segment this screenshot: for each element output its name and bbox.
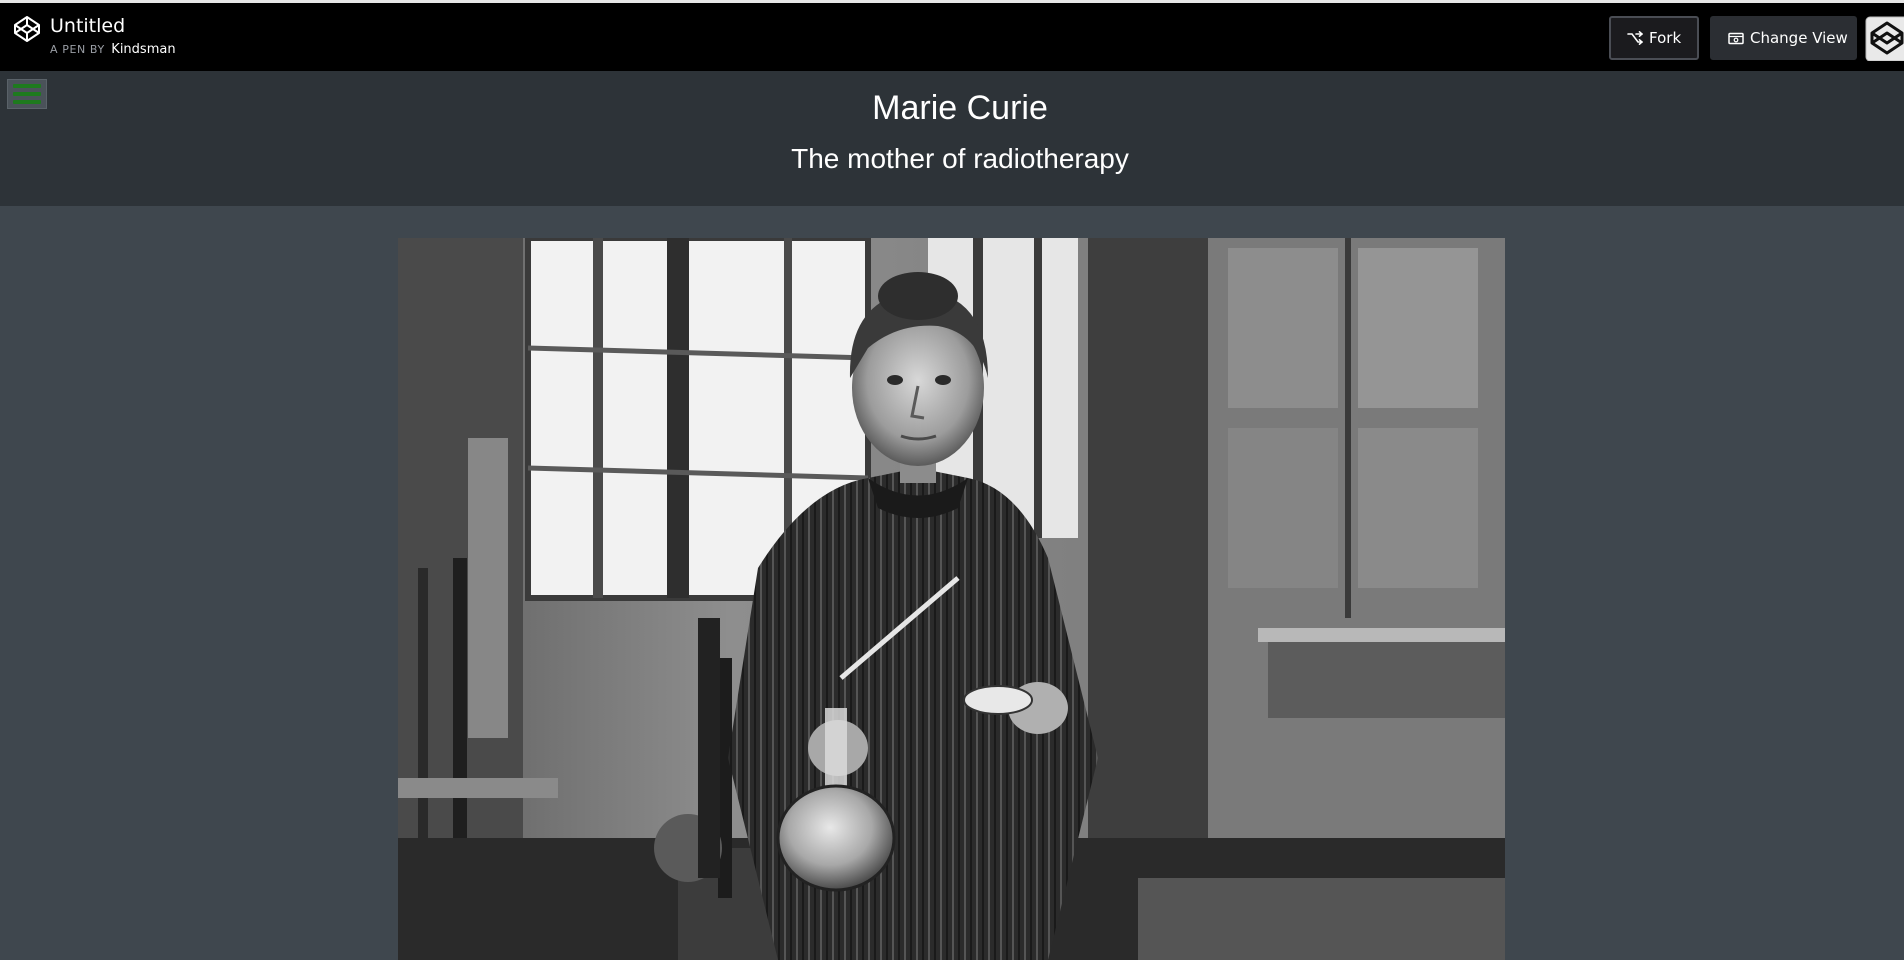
codepen-top-bar: Untitled A PEN BY Kindsman Fork Change V…	[0, 0, 1904, 71]
change-view-button[interactable]: Change View	[1710, 16, 1857, 60]
tribute-header: Marie Curie The mother of radiotherapy	[0, 71, 1904, 206]
change-view-icon	[1728, 32, 1744, 45]
pen-author-link[interactable]: Kindsman	[111, 42, 175, 57]
codepen-logo-icon[interactable]	[13, 15, 41, 43]
page-title: Marie Curie	[872, 89, 1048, 127]
change-view-label: Change View	[1750, 29, 1848, 47]
hamburger-menu-icon[interactable]	[7, 79, 47, 109]
fork-icon	[1627, 31, 1643, 45]
pen-byline: A PEN BY Kindsman	[50, 43, 176, 57]
fork-button[interactable]: Fork	[1609, 16, 1699, 60]
hamburger-bar	[13, 100, 41, 104]
codepen-corner-icon[interactable]	[1864, 15, 1904, 61]
hamburger-bar	[13, 92, 41, 96]
page-subtitle: The mother of radiotherapy	[791, 143, 1129, 174]
pen-title[interactable]: Untitled	[50, 15, 125, 37]
fork-label: Fork	[1649, 29, 1682, 47]
pen-by-prefix: A PEN BY	[50, 43, 105, 56]
marie-curie-photo	[398, 238, 1505, 960]
hamburger-bar	[13, 84, 41, 88]
